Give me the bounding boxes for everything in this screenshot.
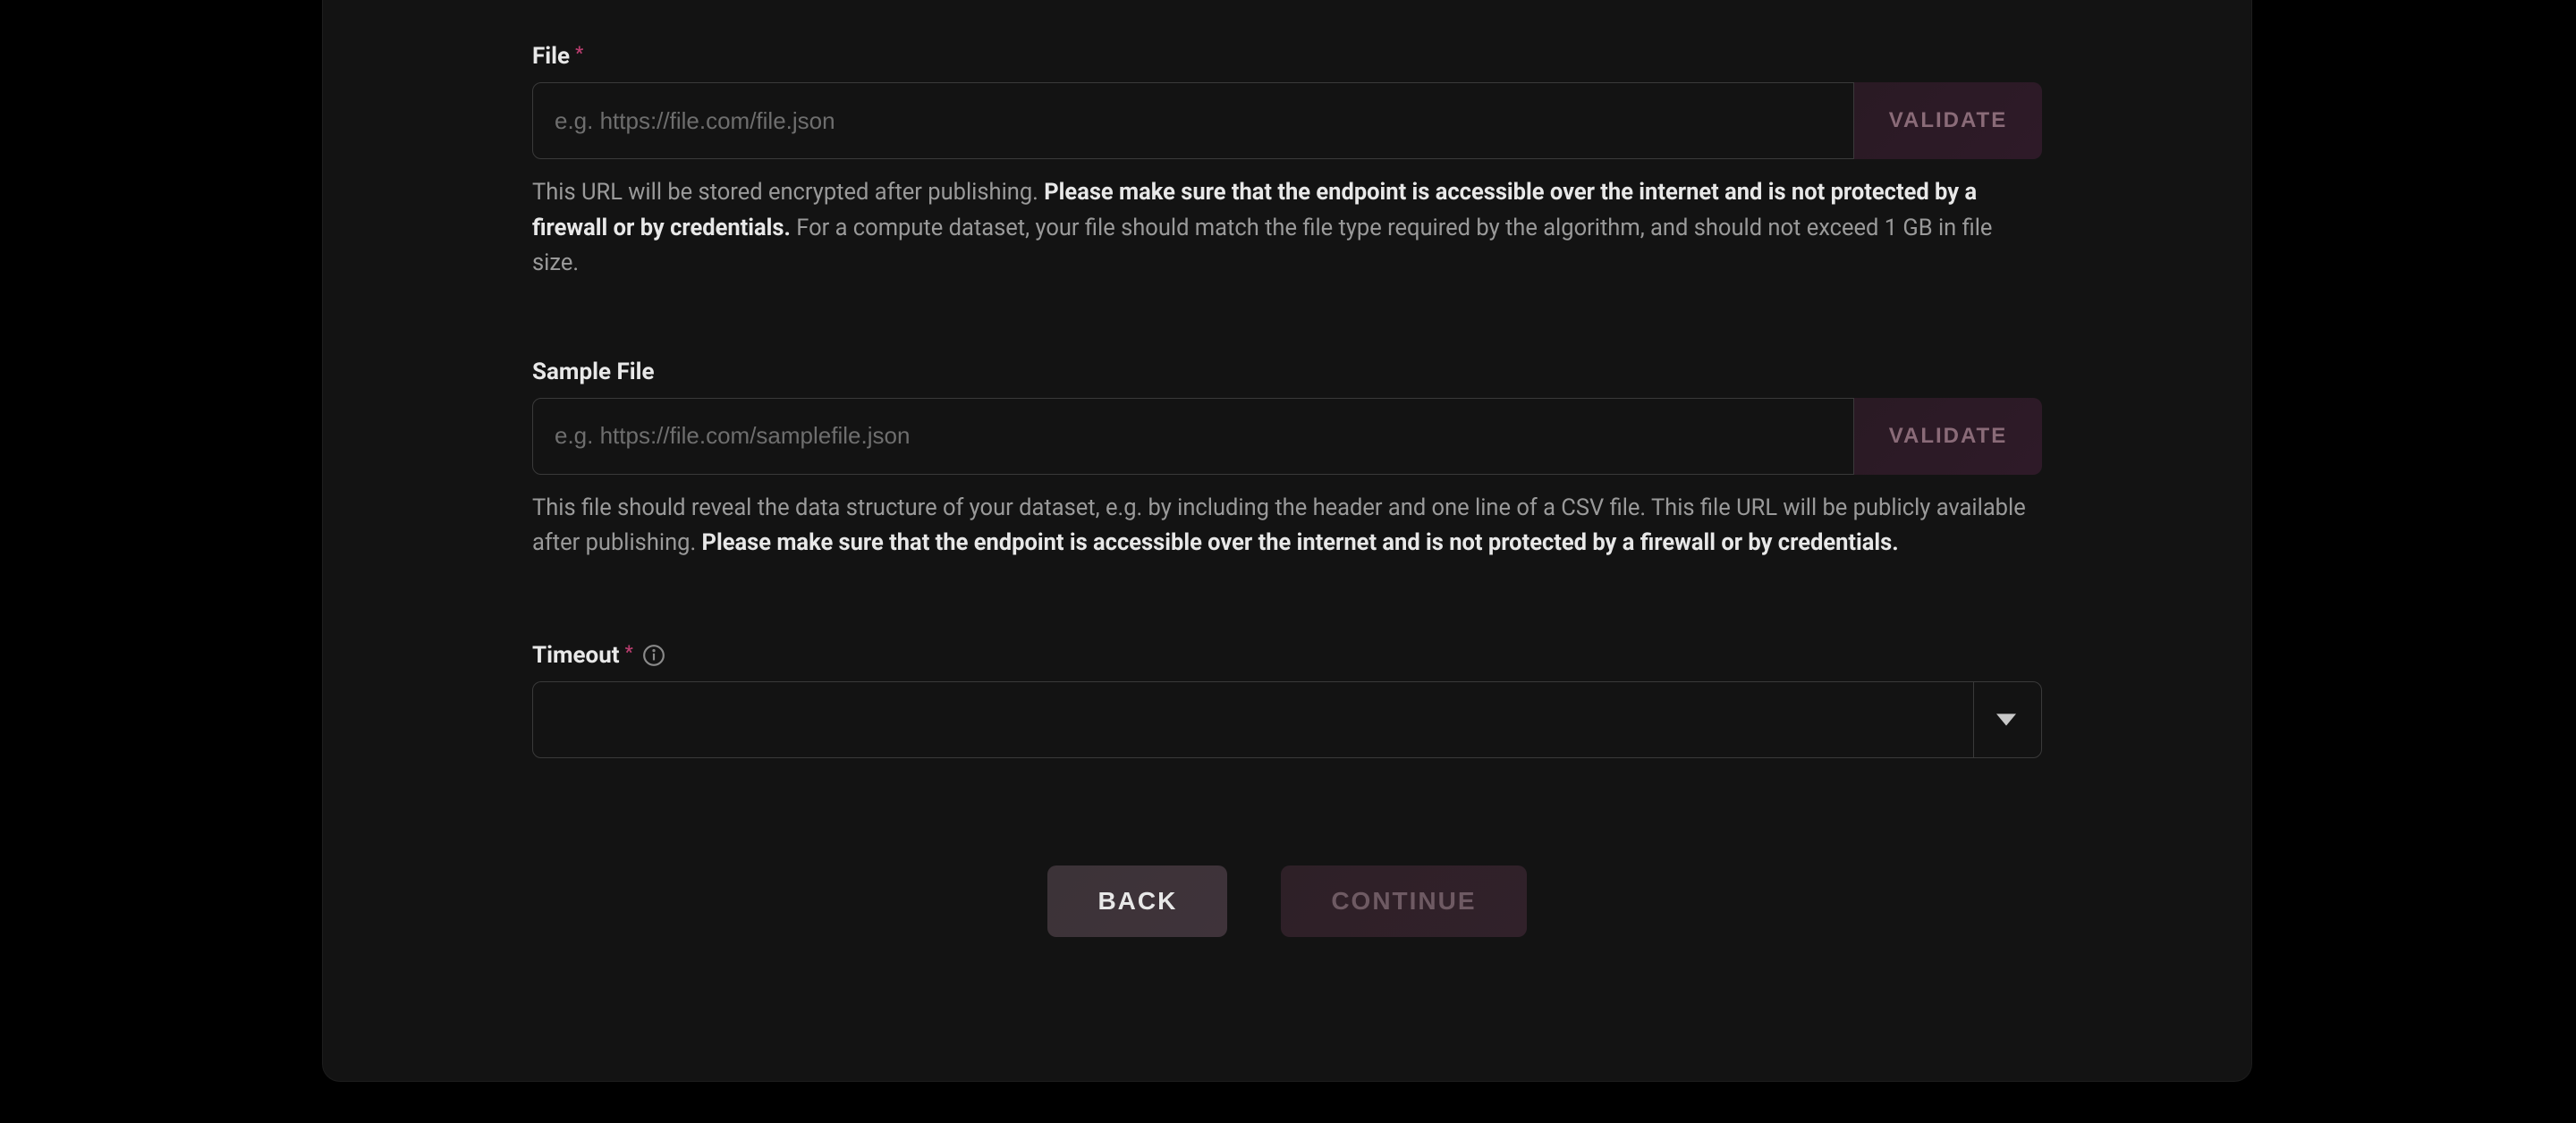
sample-file-field-group: Sample File VALIDATE This file should re… xyxy=(532,359,2042,562)
continue-button[interactable]: CONTINUE xyxy=(1281,865,1526,937)
sample-file-url-input[interactable] xyxy=(532,398,1854,475)
sample-file-help-text: This file should reveal the data structu… xyxy=(532,491,2042,562)
timeout-label: Timeout * xyxy=(532,642,2042,669)
file-label-text: File xyxy=(532,43,570,70)
file-field-group: File * VALIDATE This URL will be stored … xyxy=(532,43,2042,282)
required-indicator: * xyxy=(625,641,633,663)
file-url-input[interactable] xyxy=(532,82,1854,159)
timeout-field-group: Timeout * xyxy=(532,642,2042,758)
info-icon[interactable] xyxy=(642,644,665,667)
button-row: BACK CONTINUE xyxy=(532,865,2042,937)
chevron-down-icon xyxy=(1973,682,2038,757)
form-panel: File * VALIDATE This URL will be stored … xyxy=(322,0,2252,1082)
file-help-text: This URL will be stored encrypted after … xyxy=(532,175,2042,282)
file-label: File * xyxy=(532,43,2042,70)
back-button[interactable]: BACK xyxy=(1047,865,1227,937)
sample-file-validate-button[interactable]: VALIDATE xyxy=(1854,398,2042,475)
timeout-label-text: Timeout xyxy=(532,642,620,669)
sample-file-help-bold: Please make sure that the endpoint is ac… xyxy=(702,529,1899,556)
required-indicator: * xyxy=(575,42,583,63)
file-validate-button[interactable]: VALIDATE xyxy=(1854,82,2042,159)
sample-file-input-row: VALIDATE xyxy=(532,398,2042,475)
sample-file-label: Sample File xyxy=(532,359,2042,385)
file-input-row: VALIDATE xyxy=(532,82,2042,159)
sample-file-label-text: Sample File xyxy=(532,359,655,385)
timeout-select[interactable] xyxy=(532,681,2042,758)
file-help-prefix: This URL will be stored encrypted after … xyxy=(532,179,1044,206)
